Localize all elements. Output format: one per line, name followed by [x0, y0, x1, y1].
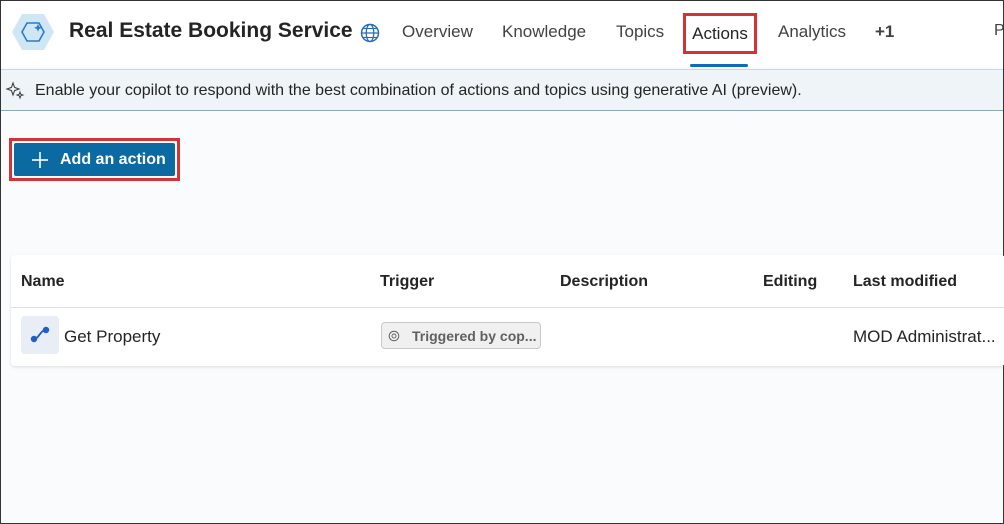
column-header-trigger[interactable]: Trigger — [380, 273, 434, 291]
tab-analytics[interactable]: Analytics — [778, 22, 846, 42]
active-tab-indicator — [690, 64, 748, 67]
tab-more[interactable]: +1 — [875, 22, 894, 42]
tab-knowledge[interactable]: Knowledge — [502, 22, 586, 42]
copilot-hexagon-icon — [12, 14, 54, 50]
generative-ai-banner: Enable your copilot to respond with the … — [1, 69, 1003, 111]
top-bar: Real Estate Booking Service Overview Kno… — [1, 1, 1004, 67]
flow-icon — [21, 316, 59, 354]
column-header-name[interactable]: Name — [21, 273, 65, 291]
column-header-editing[interactable]: Editing — [763, 273, 817, 291]
page-title: Real Estate Booking Service — [69, 19, 353, 42]
trigger-icon — [388, 330, 400, 341]
add-action-button[interactable]: Add an action — [14, 143, 175, 176]
tab-actions[interactable]: Actions — [683, 13, 757, 54]
trigger-text: Triggered by cop... — [412, 327, 537, 344]
add-action-highlight: Add an action — [9, 138, 180, 181]
sparkle-icon — [5, 81, 25, 100]
table-row[interactable]: Get Property Triggered by cop... MOD Adm… — [11, 308, 1004, 364]
add-action-label: Add an action — [60, 150, 166, 168]
plus-icon — [32, 151, 48, 168]
globe-icon[interactable] — [359, 22, 381, 44]
trigger-badge: Triggered by cop... — [381, 322, 541, 349]
actions-table: Name Trigger Description Editing Last mo… — [11, 255, 1004, 366]
tab-overview[interactable]: Overview — [402, 22, 473, 42]
tab-overflow-cut[interactable]: P — [994, 22, 1004, 40]
tab-topics[interactable]: Topics — [616, 22, 664, 42]
banner-text: Enable your copilot to respond with the … — [35, 82, 802, 99]
last-modified-cell: MOD Administrat... — [853, 327, 996, 346]
column-header-last-modified[interactable]: Last modified — [853, 273, 957, 291]
column-header-description[interactable]: Description — [560, 273, 648, 291]
action-name-link[interactable]: Get Property — [64, 327, 160, 347]
tab-actions-label: Actions — [692, 23, 748, 43]
